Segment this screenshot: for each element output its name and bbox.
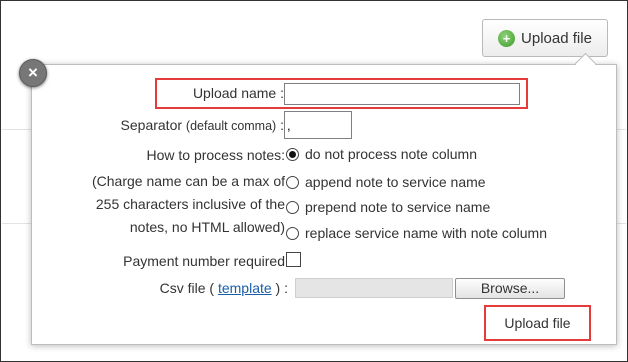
separator-label-hint: (default comma)	[185, 119, 277, 133]
notes-option-label: append note to service name	[305, 174, 486, 190]
upload-name-input[interactable]	[284, 83, 520, 105]
csv-file-label-prefix: Csv file (	[159, 280, 218, 296]
upload-name-label: Upload name :	[192, 85, 284, 101]
notes-option[interactable]: append note to service name	[286, 174, 486, 190]
notes-option[interactable]: replace service name with note column	[286, 225, 547, 241]
notes-hint-line: (Charge name can be a max of	[92, 173, 285, 189]
notes-label: How to process notes:	[146, 147, 285, 163]
notes-hint-line: notes, no HTML allowed)	[129, 219, 285, 235]
upload-file-button-label: Upload file	[521, 29, 592, 47]
separator-input[interactable]	[284, 111, 352, 139]
payment-number-checkbox[interactable]	[286, 252, 301, 267]
notes-option-label: replace service name with note column	[305, 225, 548, 241]
radio-icon[interactable]	[286, 200, 299, 214]
notes-option-label: prepend note to service name	[305, 199, 491, 215]
separator-label-colon: :	[276, 117, 284, 133]
upload-file-button[interactable]: + Upload file	[482, 19, 608, 57]
separator-label-main: Separator	[120, 117, 186, 133]
separator-label: Separator (default comma) :	[60, 117, 284, 133]
radio-checked-icon[interactable]	[286, 147, 299, 161]
upload-submit-button[interactable]: Upload file	[488, 310, 587, 336]
notes-option[interactable]: prepend note to service name	[286, 199, 490, 215]
csv-file-label-suffix: ) :	[271, 280, 288, 296]
csv-file-label: Csv file ( template ) :	[30, 280, 288, 296]
notes-hint-line: 255 characters inclusive of the	[95, 196, 285, 212]
template-link[interactable]: template	[218, 280, 272, 296]
plus-circle-icon: +	[498, 29, 516, 47]
payment-number-label: Payment number required	[123, 253, 285, 269]
radio-icon[interactable]	[286, 226, 299, 240]
browse-button[interactable]: Browse...	[455, 278, 565, 299]
radio-icon[interactable]	[286, 175, 299, 189]
close-icon[interactable]: ×	[19, 59, 47, 87]
notes-option-label: do not process note column	[305, 146, 477, 162]
notes-option[interactable]: do not process note column	[286, 146, 477, 162]
csv-file-field[interactable]	[295, 278, 453, 298]
